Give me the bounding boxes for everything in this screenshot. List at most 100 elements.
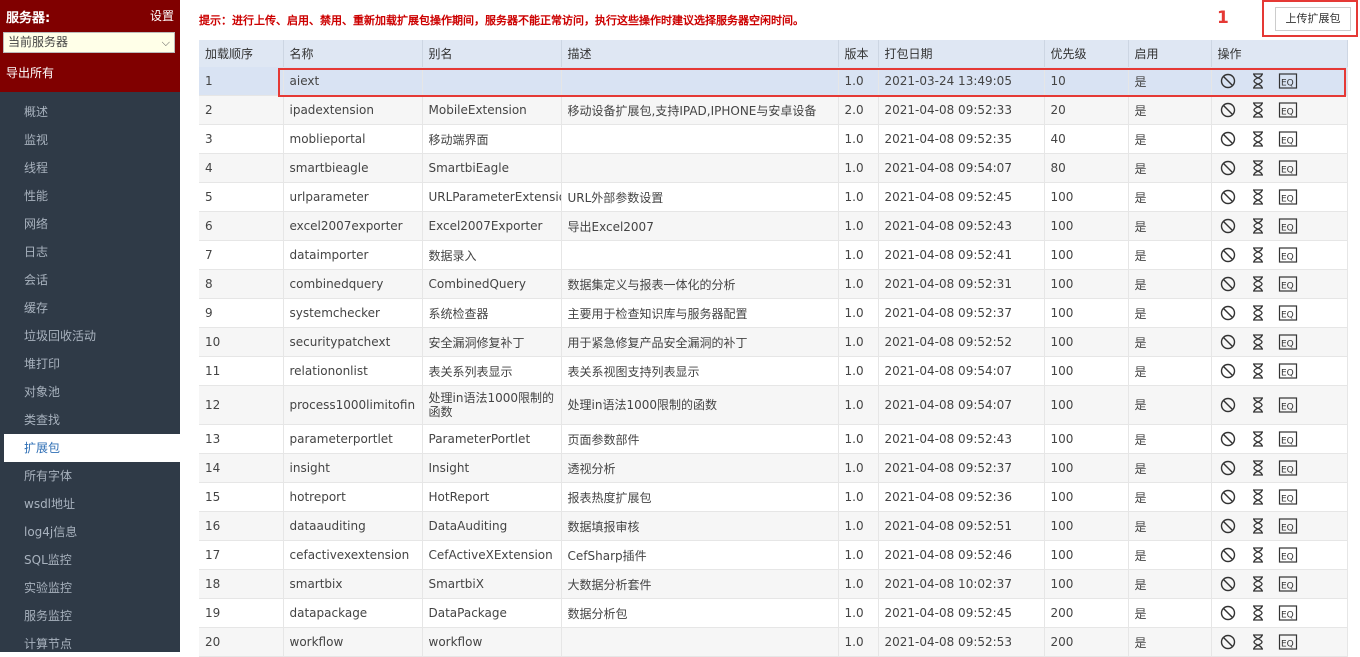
table-row[interactable]: 14 insight Insight 透视分析 1.0 2021-04-08 09:52:…	[199, 453, 1348, 483]
detail-icon[interactable]: EQ	[1278, 546, 1298, 564]
table-row[interactable]: 13 parameterportlet ParameterPortlet 页面参数部件…	[199, 424, 1348, 454]
disable-icon[interactable]	[1218, 101, 1238, 119]
disable-icon[interactable]	[1218, 396, 1238, 414]
reload-icon[interactable]	[1248, 101, 1268, 119]
disable-icon[interactable]	[1218, 575, 1238, 593]
table-row[interactable]: 19 datapackage DataPackage 数据分析包 1.0 2021-04-…	[199, 598, 1348, 628]
reload-icon[interactable]	[1248, 130, 1268, 148]
reload-icon[interactable]	[1248, 275, 1268, 293]
upload-extension-button[interactable]: 上传扩展包	[1275, 7, 1351, 31]
sidebar-item[interactable]: wsdl地址	[0, 490, 180, 518]
reload-icon[interactable]	[1248, 396, 1268, 414]
sidebar-item[interactable]: 垃圾回收活动	[0, 322, 180, 350]
sidebar-item[interactable]: 服务监控	[0, 602, 180, 630]
detail-icon[interactable]: EQ	[1278, 604, 1298, 622]
detail-icon[interactable]: EQ	[1278, 275, 1298, 293]
sidebar-item[interactable]: 概述	[0, 98, 180, 126]
table-row[interactable]: 4 smartbieagle SmartbiEagle 1.0 2021-04-08 0…	[199, 153, 1348, 183]
detail-icon[interactable]: EQ	[1278, 188, 1298, 206]
disable-icon[interactable]	[1218, 304, 1238, 322]
table-row[interactable]: 2 ipadextension MobileExtension 移动设备扩展包,支持I…	[199, 95, 1348, 125]
detail-icon[interactable]: EQ	[1278, 246, 1298, 264]
reload-icon[interactable]	[1248, 488, 1268, 506]
disable-icon[interactable]	[1218, 275, 1238, 293]
table-row[interactable]: 6 excel2007exporter Excel2007Exporter 导出Exc…	[199, 211, 1348, 241]
settings-link[interactable]: 设置	[150, 7, 174, 24]
table-row[interactable]: 17 cefactivexextension CefActiveXExtension…	[199, 540, 1348, 570]
server-select[interactable]: 当前服务器 ⌵	[3, 32, 175, 53]
detail-icon[interactable]: EQ	[1278, 396, 1298, 414]
sidebar-item[interactable]: 计算节点	[0, 630, 180, 652]
sidebar-item[interactable]: log4j信息	[0, 518, 180, 546]
table-row[interactable]: 15 hotreport HotReport 报表热度扩展包 1.0 2021-04-08…	[199, 482, 1348, 512]
table-row[interactable]: 20 workflow workflow 1.0 2021-04-08 09:52:53…	[199, 627, 1348, 657]
table-row[interactable]: 11 relationonlist 表关系列表显示 表关系视图支持列表显示 1.0 202…	[199, 356, 1348, 386]
reload-icon[interactable]	[1248, 304, 1268, 322]
disable-icon[interactable]	[1218, 546, 1238, 564]
reload-icon[interactable]	[1248, 188, 1268, 206]
reload-icon[interactable]	[1248, 362, 1268, 380]
table-row[interactable]: 3 moblieportal 移动端界面 1.0 2021-04-08 09:52:35…	[199, 124, 1348, 154]
reload-icon[interactable]	[1248, 546, 1268, 564]
table-row[interactable]: 5 urlparameter URLParameterExtension URL外部参…	[199, 182, 1348, 212]
disable-icon[interactable]	[1218, 362, 1238, 380]
table-row[interactable]: 10 securitypatchext 安全漏洞修复补丁 用于紧急修复产品安全漏洞的补…	[199, 327, 1348, 357]
sidebar-item[interactable]: 性能	[0, 182, 180, 210]
sidebar-item[interactable]: 缓存	[0, 294, 180, 322]
reload-icon[interactable]	[1248, 575, 1268, 593]
disable-icon[interactable]	[1218, 246, 1238, 264]
reload-icon[interactable]	[1248, 633, 1268, 651]
table-row[interactable]: 9 systemchecker 系统检查器 主要用于检查知识库与服务器配置 1.0 202…	[199, 298, 1348, 328]
sidebar-item[interactable]: 网络	[0, 210, 180, 238]
detail-icon[interactable]: EQ	[1278, 304, 1298, 322]
reload-icon[interactable]	[1248, 246, 1268, 264]
sidebar-item[interactable]: 会话	[0, 266, 180, 294]
sidebar-item[interactable]: 类查找	[0, 406, 180, 434]
sidebar-item[interactable]: 日志	[0, 238, 180, 266]
reload-icon[interactable]	[1248, 217, 1268, 235]
detail-icon[interactable]: EQ	[1278, 575, 1298, 593]
reload-icon[interactable]	[1248, 517, 1268, 535]
sidebar-item[interactable]: 实验监控	[0, 574, 180, 602]
reload-icon[interactable]	[1248, 430, 1268, 448]
disable-icon[interactable]	[1218, 130, 1238, 148]
sidebar-item[interactable]: 所有字体	[0, 462, 180, 490]
reload-icon[interactable]	[1248, 604, 1268, 622]
table-row[interactable]: 7 dataimporter 数据录入 1.0 2021-04-08 09:52:41 1…	[199, 240, 1348, 270]
table-row[interactable]: 12 process1000limitofin 处理in语法1000限制的函数 处理i…	[199, 385, 1348, 425]
disable-icon[interactable]	[1218, 517, 1238, 535]
disable-icon[interactable]	[1218, 604, 1238, 622]
detail-icon[interactable]: EQ	[1278, 430, 1298, 448]
detail-icon[interactable]: EQ	[1278, 488, 1298, 506]
disable-icon[interactable]	[1218, 633, 1238, 651]
reload-icon[interactable]	[1248, 333, 1268, 351]
detail-icon[interactable]: EQ	[1278, 517, 1298, 535]
table-row[interactable]: 16 dataauditing DataAuditing 数据填报审核 1.0 2021-…	[199, 511, 1348, 541]
disable-icon[interactable]	[1218, 188, 1238, 206]
disable-icon[interactable]	[1218, 488, 1238, 506]
sidebar-item[interactable]: SQL监控	[0, 546, 180, 574]
table-row[interactable]: 18 smartbix SmartbiX 大数据分析套件 1.0 2021-04-08 1…	[199, 569, 1348, 599]
export-all-link[interactable]: 导出所有	[6, 64, 54, 81]
disable-icon[interactable]	[1218, 159, 1238, 177]
reload-icon[interactable]	[1248, 459, 1268, 477]
disable-icon[interactable]	[1218, 430, 1238, 448]
detail-icon[interactable]: EQ	[1278, 159, 1298, 177]
sidebar-item[interactable]: 堆打印	[0, 350, 180, 378]
sidebar-item[interactable]: 对象池	[0, 378, 180, 406]
sidebar-item[interactable]: 线程	[0, 154, 180, 182]
detail-icon[interactable]: EQ	[1278, 333, 1298, 351]
detail-icon[interactable]: EQ	[1278, 217, 1298, 235]
detail-icon[interactable]: EQ	[1278, 101, 1298, 119]
disable-icon[interactable]	[1218, 459, 1238, 477]
sidebar-item[interactable]: 扩展包	[4, 434, 180, 462]
disable-icon[interactable]	[1218, 217, 1238, 235]
detail-icon[interactable]: EQ	[1278, 459, 1298, 477]
reload-icon[interactable]	[1248, 159, 1268, 177]
detail-icon[interactable]: EQ	[1278, 130, 1298, 148]
detail-icon[interactable]: EQ	[1278, 633, 1298, 651]
disable-icon[interactable]	[1218, 333, 1238, 351]
detail-icon[interactable]: EQ	[1278, 362, 1298, 380]
sidebar-item[interactable]: 监视	[0, 126, 180, 154]
table-row[interactable]: 8 combinedquery CombinedQuery 数据集定义与报表一体化的分…	[199, 269, 1348, 299]
